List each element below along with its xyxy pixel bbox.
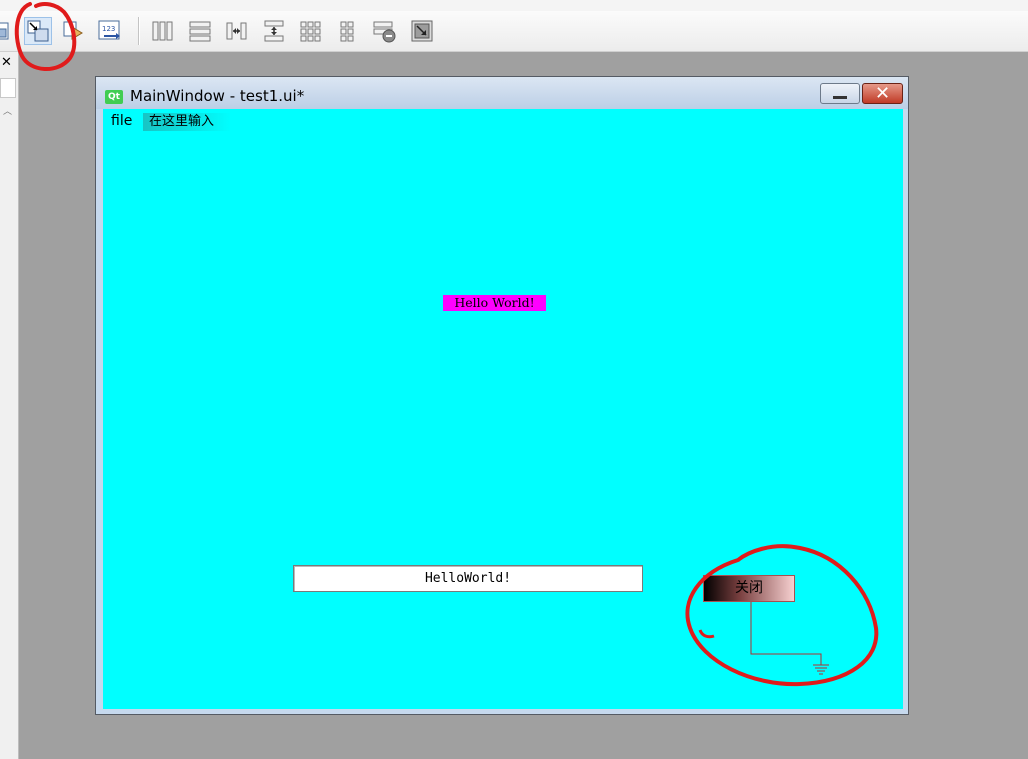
dock-close-icon[interactable]: ✕ bbox=[1, 55, 12, 70]
layout-horizontal-icon[interactable] bbox=[149, 17, 177, 45]
window-title: MainWindow - test1.ui* bbox=[130, 87, 305, 105]
close-push-button[interactable]: 关闭 bbox=[703, 575, 795, 602]
edit-signals-slots-icon[interactable] bbox=[24, 17, 52, 45]
central-widget: file 在这里输入 Hello World! HelloWorld! 关闭 bbox=[103, 109, 903, 709]
qt-logo-icon: Qt bbox=[105, 90, 123, 104]
toolbar-separator bbox=[138, 17, 140, 45]
close-window-button[interactable]: ✕ bbox=[862, 83, 903, 104]
break-layout-icon[interactable] bbox=[371, 17, 399, 45]
hello-line-edit[interactable]: HelloWorld! bbox=[293, 565, 643, 592]
layout-horizontal-splitter-icon[interactable] bbox=[223, 17, 251, 45]
menu-bar: file 在这里输入 bbox=[103, 109, 903, 131]
dock-field[interactable] bbox=[0, 78, 16, 98]
scroll-up-icon[interactable]: ︿ bbox=[3, 104, 12, 117]
adjust-size-icon[interactable] bbox=[408, 17, 436, 45]
edit-tab-order-icon[interactable]: 123 bbox=[96, 17, 124, 45]
layout-grid-icon[interactable] bbox=[297, 17, 325, 45]
svg-text:123: 123 bbox=[102, 25, 115, 33]
edit-buddies-icon[interactable] bbox=[60, 17, 88, 45]
layout-form-icon[interactable] bbox=[334, 17, 362, 45]
main-window: Qt MainWindow - test1.ui* ✕ file 在这里输入 H… bbox=[95, 76, 909, 715]
layout-vertical-icon[interactable] bbox=[186, 17, 214, 45]
menu-type-here[interactable]: 在这里输入 bbox=[143, 113, 231, 131]
designer-toolbar: 123 bbox=[0, 11, 1028, 52]
menu-file[interactable]: file bbox=[111, 113, 132, 129]
signal-slot-connection bbox=[750, 602, 829, 675]
left-dock-panel: ✕ ︿ bbox=[0, 52, 19, 759]
top-menu-strip bbox=[0, 0, 1028, 11]
window-titlebar[interactable]: Qt MainWindow - test1.ui* ✕ bbox=[96, 77, 908, 109]
layout-vertical-splitter-icon[interactable] bbox=[260, 17, 288, 45]
minimize-button[interactable] bbox=[820, 83, 860, 104]
edit-widgets-icon[interactable] bbox=[0, 17, 14, 45]
hello-label: Hello World! bbox=[443, 295, 546, 311]
